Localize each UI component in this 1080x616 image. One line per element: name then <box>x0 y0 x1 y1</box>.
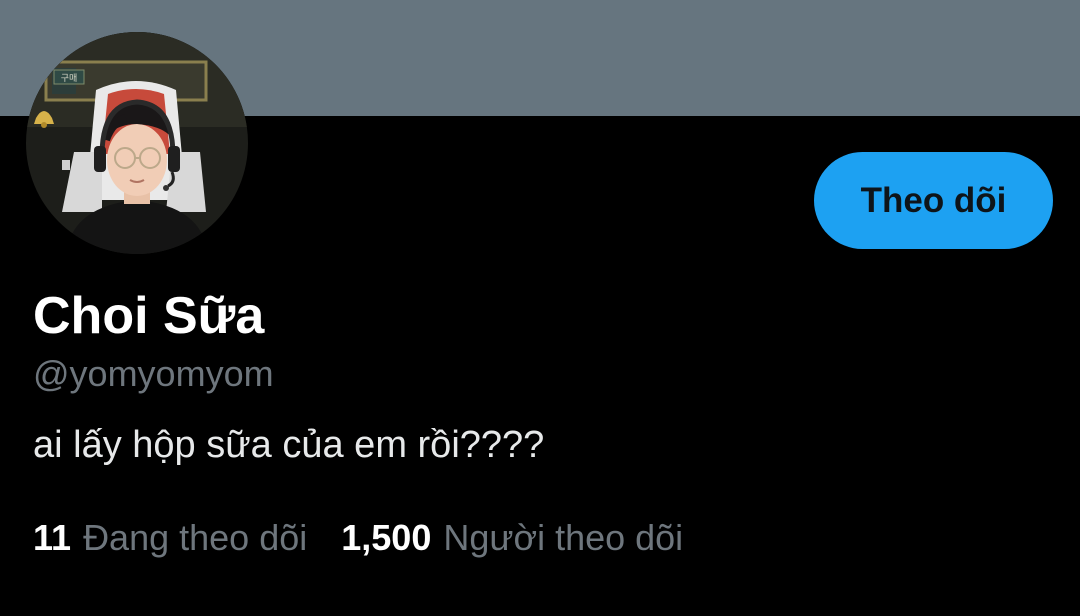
sign-text: 구매 <box>61 73 78 84</box>
profile-stats: 11 Đang theo dõi 1,500 Người theo dõi <box>33 514 683 562</box>
display-name: Choi Sữa <box>33 287 265 345</box>
profile-bio: ai lấy hộp sữa của em rồi???? <box>33 424 545 466</box>
following-stat-link[interactable]: 11 Đang theo dõi <box>33 517 307 559</box>
following-label: Đang theo dõi <box>83 517 308 558</box>
username-handle: @yomyomyom <box>33 353 274 394</box>
followers-count: 1,500 <box>341 517 432 558</box>
avatar-photo: 구매 <box>26 32 248 254</box>
followers-label: Người theo dõi <box>443 517 684 558</box>
avatar[interactable]: 구매 <box>26 32 248 254</box>
followers-stat-link[interactable]: 1,500 Người theo dõi <box>341 517 683 559</box>
follow-button[interactable]: Theo dõi <box>814 152 1053 249</box>
following-count: 11 <box>33 517 72 558</box>
